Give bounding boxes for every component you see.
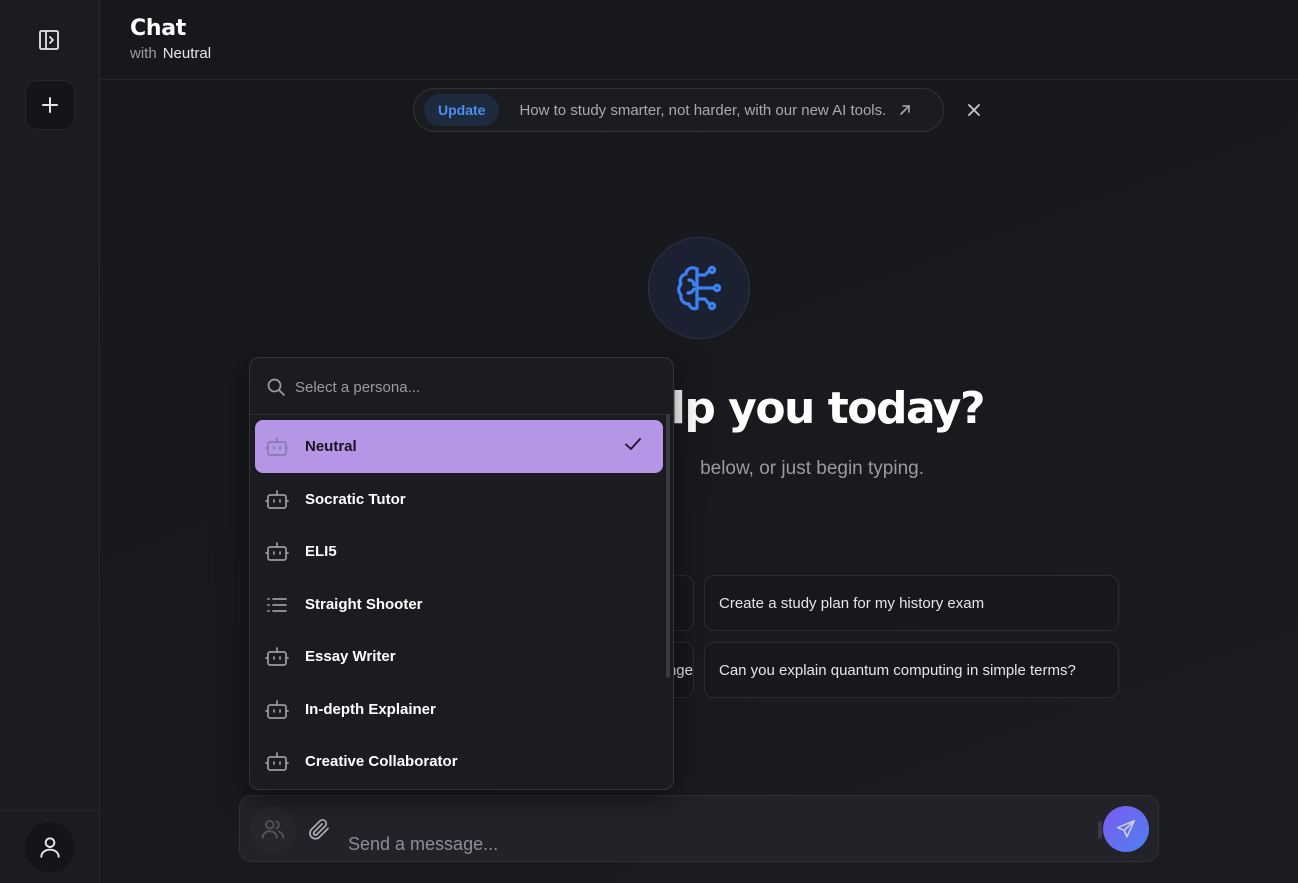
user-profile-button[interactable] xyxy=(25,822,75,872)
persona-item-creative-collaborator[interactable]: Creative Collaborator xyxy=(255,735,663,788)
persona-item-socratic-tutor[interactable]: Socratic Tutor xyxy=(255,473,663,526)
search-icon xyxy=(267,378,285,396)
bot-icon xyxy=(265,647,289,666)
users-icon xyxy=(261,819,285,839)
send-handle xyxy=(1098,821,1102,839)
update-banner[interactable]: Update How to study smarter, not harder,… xyxy=(413,88,944,132)
persona-item-label: Creative Collaborator xyxy=(305,753,458,770)
suggestion-card[interactable]: Create a study plan for my history exam xyxy=(704,575,1119,631)
with-label: with xyxy=(130,45,157,62)
panel-toggle-icon xyxy=(39,30,59,50)
persona-item-label: Essay Writer xyxy=(305,648,396,665)
check-icon xyxy=(625,438,641,450)
persona-list-scrollbar[interactable] xyxy=(666,414,670,678)
persona-item-label: Neutral xyxy=(305,438,357,455)
message-composer xyxy=(239,795,1159,862)
persona-item-straight-shooter[interactable]: Straight Shooter xyxy=(255,578,663,631)
bot-icon xyxy=(265,700,289,719)
persona-dropdown: Neutral Socratic Tutor ELI5 Straight Sho… xyxy=(249,357,674,790)
bot-icon xyxy=(265,542,289,561)
list-icon xyxy=(267,598,287,612)
persona-search xyxy=(250,358,673,415)
attach-file-button[interactable] xyxy=(306,816,332,842)
bot-icon xyxy=(265,752,289,771)
page-title: Chat xyxy=(130,16,186,41)
persona-item-neutral[interactable]: Neutral xyxy=(255,420,663,473)
close-icon xyxy=(968,104,980,116)
close-banner-button[interactable] xyxy=(964,100,984,120)
persona-item-label: ELI5 xyxy=(305,543,337,560)
current-persona-label: Neutral xyxy=(162,45,212,62)
send-icon xyxy=(1116,819,1136,838)
brain-circuit-icon xyxy=(648,237,750,339)
send-button[interactable] xyxy=(1103,806,1149,852)
suggestion-card[interactable]: Can you explain quantum computing in sim… xyxy=(704,642,1119,698)
sidebar-divider xyxy=(0,810,100,811)
suggestion-text: Can you explain quantum computing in sim… xyxy=(719,661,1076,679)
suggestion-text: Create a study plan for my history exam xyxy=(719,594,985,612)
persona-item-in-depth-explainer[interactable]: In-depth Explainer xyxy=(255,683,663,736)
paperclip-icon xyxy=(309,819,329,840)
update-badge: Update xyxy=(424,94,500,126)
persona-item-eli5[interactable]: ELI5 xyxy=(255,525,663,578)
persona-item-label: In-depth Explainer xyxy=(305,701,436,718)
arrow-up-right-icon xyxy=(898,103,912,117)
persona-item-essay-writer[interactable]: Essay Writer xyxy=(255,630,663,683)
bot-icon xyxy=(265,437,289,456)
user-icon xyxy=(40,837,60,858)
persona-item-label: Straight Shooter xyxy=(305,596,423,613)
plus-icon xyxy=(42,97,58,113)
persona-item-label: Socratic Tutor xyxy=(305,491,406,508)
chat-header: Chat with Neutral xyxy=(100,0,1298,80)
sidebar xyxy=(0,0,100,883)
persona-search-input[interactable] xyxy=(295,374,655,400)
persona-select-button[interactable] xyxy=(250,806,296,852)
sidebar-toggle-button[interactable] xyxy=(37,28,61,52)
update-banner-text: How to study smarter, not harder, with o… xyxy=(519,101,887,119)
new-chat-button[interactable] xyxy=(25,80,75,130)
persona-subtitle: with Neutral xyxy=(130,45,211,62)
bot-icon xyxy=(265,490,289,509)
message-input[interactable] xyxy=(348,830,1088,858)
